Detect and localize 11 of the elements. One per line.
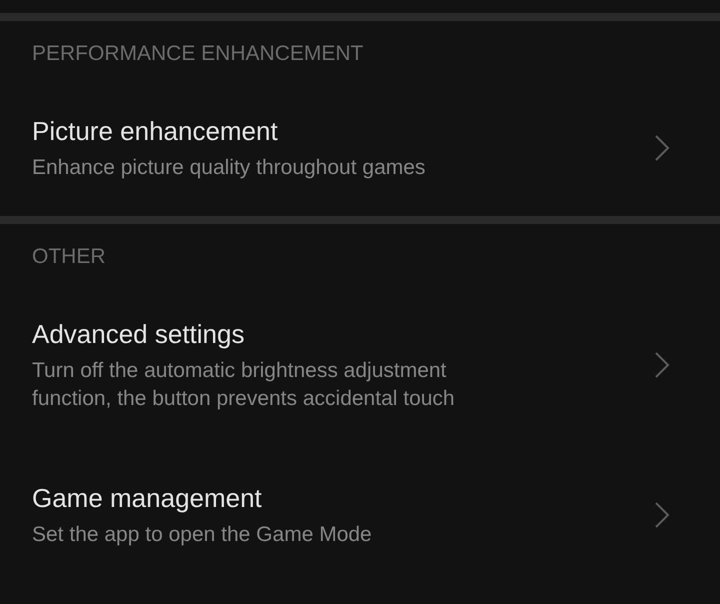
chevron-icon[interactable] bbox=[654, 351, 670, 379]
item-title[interactable]: Advanced settings bbox=[32, 317, 654, 351]
item-title[interactable]: Picture enhancement bbox=[32, 114, 654, 148]
section-header: PERFORMANCE ENHANCEMENT bbox=[31, 41, 364, 67]
section-header: OTHER bbox=[31, 244, 106, 270]
item-description: Enhance picture quality throughout games bbox=[32, 155, 426, 181]
chevron-icon[interactable] bbox=[654, 501, 670, 529]
chevron-icon[interactable] bbox=[654, 134, 670, 162]
item-description: Set the app to open the Game Mode bbox=[32, 522, 373, 548]
item-description: Turn off the automatic brightness adjustment function, the button prevents accidental touch bbox=[32, 358, 456, 412]
item-title[interactable]: Game management bbox=[32, 481, 654, 515]
